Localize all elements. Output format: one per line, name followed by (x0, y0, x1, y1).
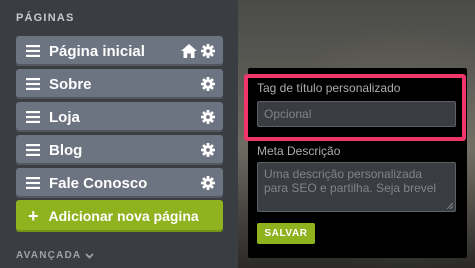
menu-icon[interactable] (26, 78, 40, 90)
menu-icon[interactable] (26, 177, 40, 189)
gear-icon[interactable] (201, 77, 215, 91)
page-item-store[interactable]: Loja (16, 102, 223, 132)
page-item-label: Sobre (49, 75, 92, 93)
section-title-pages: PÁGINAS (16, 12, 75, 24)
meta-description-textarea[interactable]: Uma descrição personalizada para SEO e p… (257, 162, 456, 212)
advanced-label: AVANÇADA (16, 250, 82, 261)
save-button[interactable]: SALVAR (257, 223, 315, 244)
pages-sidebar: PÁGINAS Página inicial Sobre Loja Blog F… (0, 0, 238, 268)
menu-icon[interactable] (26, 45, 40, 57)
meta-description-label: Meta Descrição (257, 144, 341, 158)
add-page-label: Adicionar nova página (48, 208, 199, 224)
page-item-label: Fale Conosco (49, 174, 148, 192)
page-item-home[interactable]: Página inicial (16, 36, 223, 66)
page-item-label: Página inicial (49, 42, 145, 60)
gear-icon[interactable] (201, 176, 215, 190)
gear-icon[interactable] (201, 143, 215, 157)
plus-icon: + (28, 206, 39, 226)
highlight-box (244, 74, 466, 141)
gear-icon[interactable] (201, 44, 215, 58)
page-item-blog[interactable]: Blog (16, 135, 223, 165)
page-item-about[interactable]: Sobre (16, 69, 223, 99)
menu-icon[interactable] (26, 144, 40, 156)
add-page-button[interactable]: + Adicionar nova página (16, 200, 223, 232)
page-item-contact[interactable]: Fale Conosco (16, 168, 223, 198)
resize-grip-icon[interactable] (446, 202, 453, 209)
home-icon[interactable] (181, 44, 197, 58)
page-item-label: Blog (49, 141, 83, 159)
menu-icon[interactable] (26, 111, 40, 123)
gear-icon[interactable] (201, 110, 215, 124)
chevron-down-icon (85, 252, 94, 259)
meta-description-placeholder: Uma descrição personalizada para SEO e p… (264, 167, 437, 195)
advanced-toggle[interactable]: AVANÇADA (16, 250, 94, 261)
page-item-label: Loja (49, 108, 80, 126)
